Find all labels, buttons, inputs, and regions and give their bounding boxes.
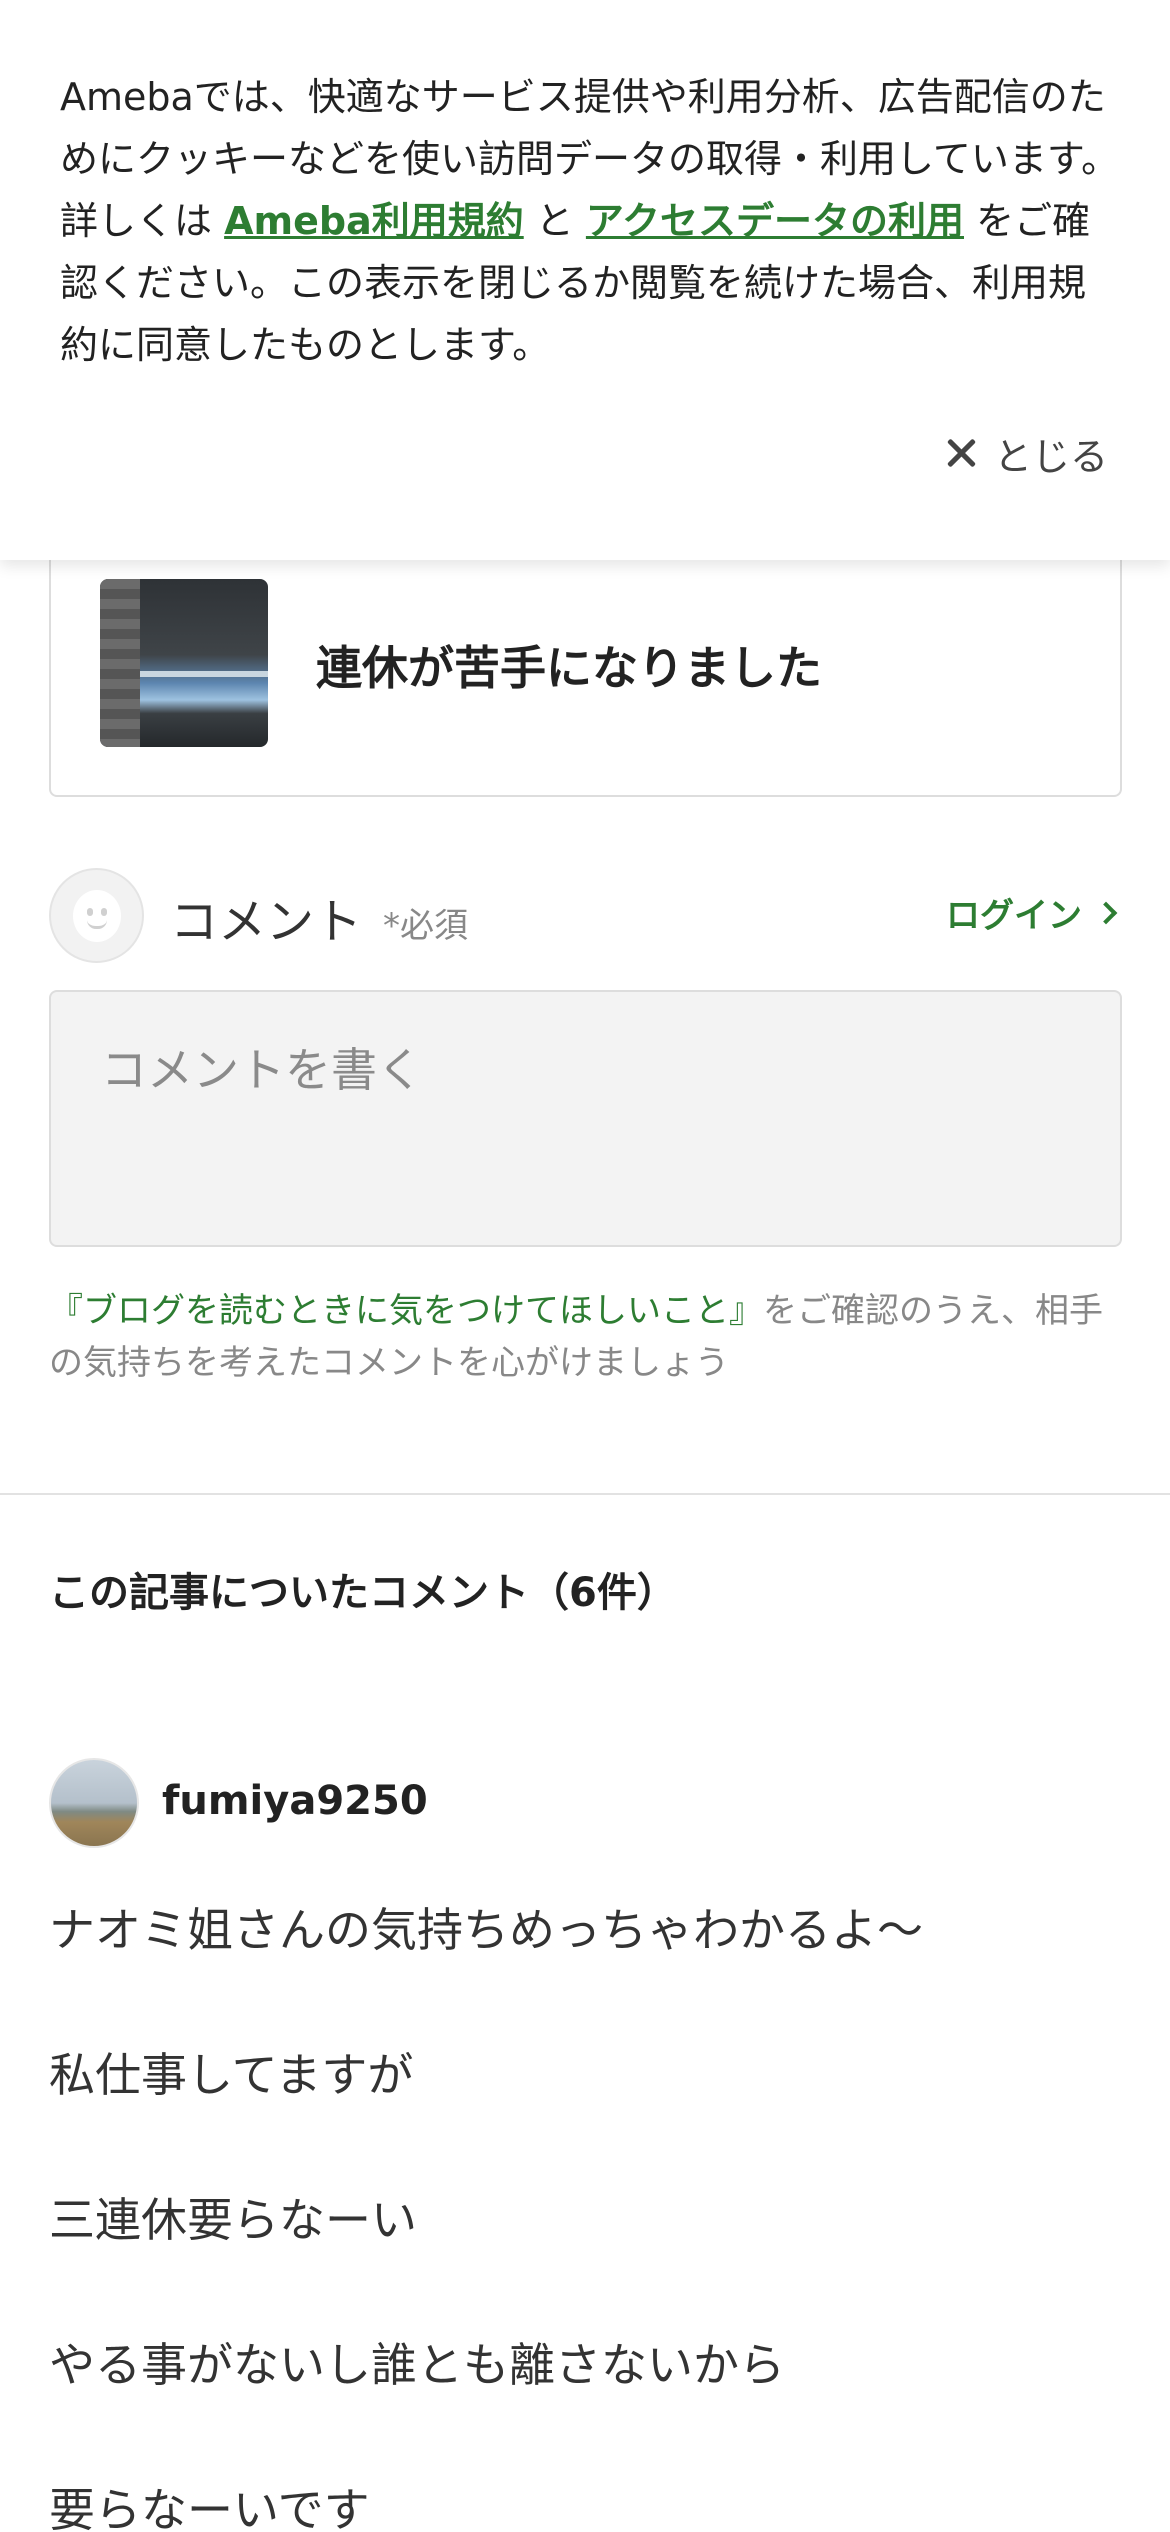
close-banner-button[interactable]: とじる: [946, 425, 1108, 481]
cookie-consent-text: Amebaでは、快適なサービス提供や利用分析、広告配信のためにクッキーなどを使い…: [60, 66, 1120, 376]
article-thumbnail: [100, 579, 268, 747]
terms-link[interactable]: Ameba利用規約: [224, 199, 524, 243]
comment-line: ナオミ姐さんの気持ちめっちゃわかるよ〜: [49, 1903, 923, 1957]
cookie-consent-banner: Amebaでは、快適なサービス提供や利用分析、広告配信のためにクッキーなどを使い…: [0, 0, 1170, 560]
guideline-link[interactable]: 『ブログを読むときに気をつけてほしいこと』: [49, 1291, 763, 1331]
commenter-username[interactable]: fumiya9250: [162, 1778, 428, 1824]
comment-line: 要らなーいです: [49, 2483, 370, 2532]
close-icon: [946, 438, 976, 468]
comment-body: ナオミ姐さんの気持ちめっちゃわかるよ〜 私仕事してますが 三連休要らなーい やる…: [49, 1895, 1129, 2532]
comment-line: やる事がないし誰とも離さないから: [49, 2338, 785, 2392]
comment-form-label: コメント: [170, 894, 363, 950]
commenter-avatar[interactable]: [49, 1758, 139, 1848]
comment-guideline: 『ブログを読むときに気をつけてほしいこと』をご確認のうえ、相手の気持ちを考えたコ…: [49, 1285, 1129, 1389]
login-label: ログイン: [946, 896, 1082, 936]
cookie-text-and: と: [523, 199, 586, 243]
section-divider: [0, 1493, 1170, 1495]
comments-heading: この記事についたコメント（6件）: [49, 1570, 677, 1616]
chevron-right-icon: [1094, 901, 1118, 924]
access-data-link[interactable]: アクセスデータの利用: [586, 199, 964, 243]
close-label: とじる: [993, 434, 1108, 479]
article-title: 連休が苦手になりました: [316, 641, 822, 695]
comment-line: 三連休要らなーい: [49, 2193, 417, 2247]
comment-line: 私仕事してますが: [49, 2048, 414, 2102]
comment-input[interactable]: [49, 990, 1122, 1247]
login-link[interactable]: ログイン: [946, 888, 1118, 937]
default-avatar-icon: [49, 868, 144, 963]
required-marker: *必須: [383, 906, 468, 946]
